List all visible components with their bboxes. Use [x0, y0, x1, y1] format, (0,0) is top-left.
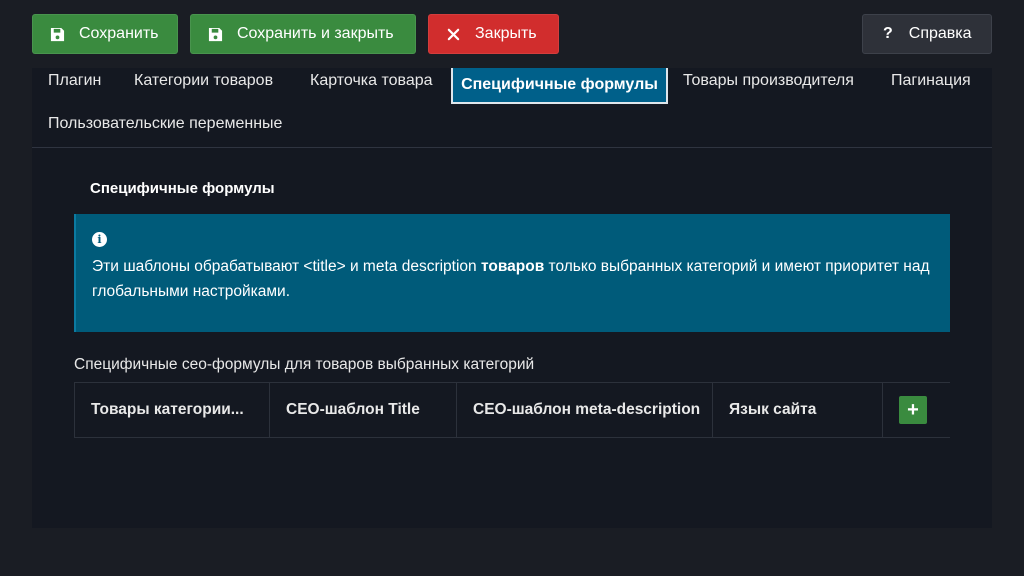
tabs-divider [32, 147, 992, 148]
info-circle-icon: i [92, 232, 107, 247]
tab-pagination[interactable]: Пагинация [891, 72, 971, 90]
help-button[interactable]: ? Справка [862, 14, 992, 54]
column-header-title-template: СЕО-шаблон Title [270, 383, 457, 437]
tab-product-categories[interactable]: Категории товаров [134, 72, 273, 90]
plus-icon: + [907, 399, 919, 421]
tab-custom-variables[interactable]: Пользовательские переменные [48, 115, 282, 133]
save-button[interactable]: Сохранить [32, 14, 178, 54]
main-panel: Плагин Категории товаров Карточка товара… [32, 68, 992, 528]
column-header-meta-description-template: СЕО-шаблон meta-description [457, 383, 713, 437]
save-and-close-button-label: Сохранить и закрыть [237, 25, 394, 42]
info-text-bold: товаров [480, 258, 545, 275]
tab-plugin[interactable]: Плагин [48, 72, 101, 90]
question-icon: ? [883, 25, 893, 42]
floppy-disk-icon [207, 26, 223, 42]
tab-bar: Плагин Категории товаров Карточка товара… [32, 68, 992, 148]
tab-manufacturer-products[interactable]: Товары производителя [683, 72, 854, 90]
formulas-table-header: Товары категории... СЕО-шаблон Title СЕО… [74, 382, 950, 438]
close-button-label: Закрыть [475, 25, 537, 42]
close-button[interactable]: Закрыть [428, 14, 559, 54]
x-icon [445, 26, 461, 42]
add-row-button[interactable]: + [899, 396, 927, 424]
tab-product-card[interactable]: Карточка товара [310, 72, 433, 90]
table-caption: Специфичные сео-формулы для товаров выбр… [74, 356, 535, 373]
section-title: Специфичные формулы [90, 180, 275, 197]
info-alert: i Эти шаблоны обрабатывают <title> и met… [74, 214, 950, 332]
tab-specific-formulas[interactable]: Специфичные формулы [451, 68, 668, 104]
floppy-disk-icon [49, 26, 65, 42]
column-header-categories: Товары категории... [74, 383, 270, 437]
save-and-close-button[interactable]: Сохранить и закрыть [190, 14, 416, 54]
column-header-site-language: Язык сайта [713, 383, 883, 437]
info-alert-text: Эти шаблоны обрабатывают <title> и meta … [92, 254, 942, 304]
toolbar: Сохранить Сохранить и закрыть Закрыть ? … [0, 0, 1024, 68]
help-button-label: Справка [908, 25, 972, 42]
info-text-part: Эти шаблоны обрабатывают <title> и meta … [92, 258, 481, 275]
column-header-actions: + [883, 383, 950, 437]
save-button-label: Сохранить [79, 25, 159, 42]
